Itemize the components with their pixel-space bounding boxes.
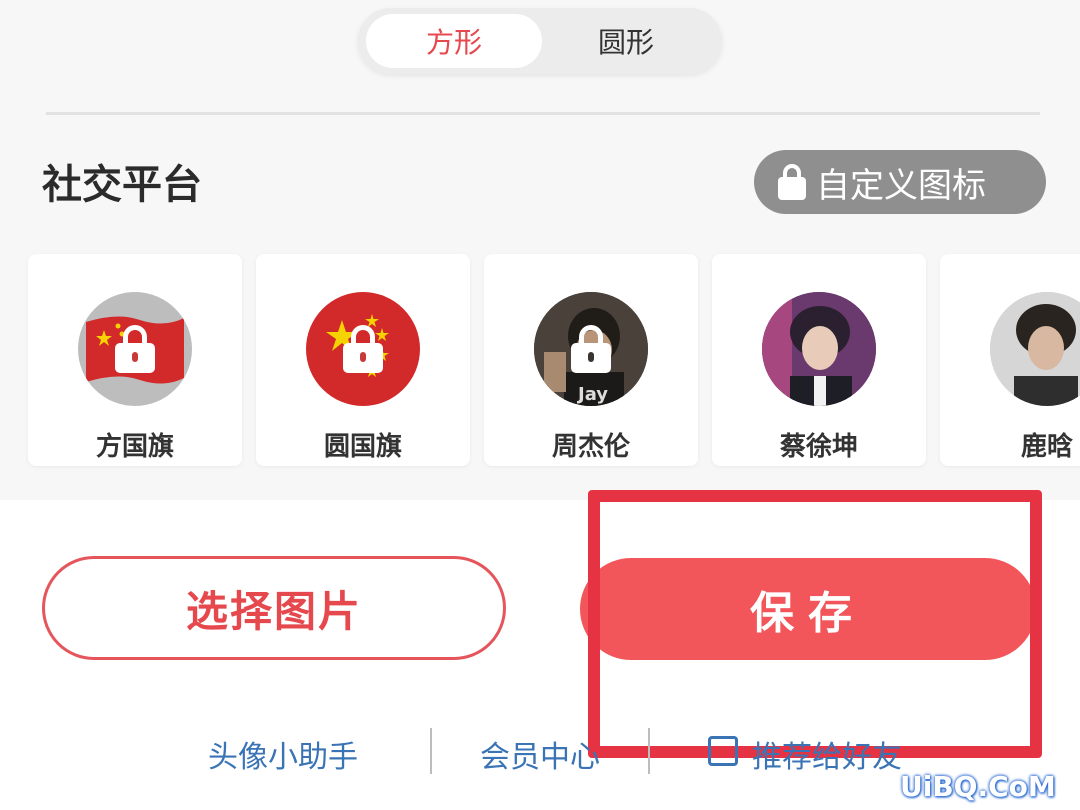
avatar-card-jay[interactable]: Jay 周杰伦 <box>484 254 698 466</box>
link-recommend[interactable]: 推荐给好友 <box>752 732 902 776</box>
avatar-carousel[interactable]: 方国旗 圆国旗 Jay 周杰伦 蔡徐坤 鹿晗 <box>0 250 1080 472</box>
avatar-cai <box>762 292 876 406</box>
link-separator <box>430 728 432 774</box>
avatar-card-square-flag[interactable]: 方国旗 <box>28 254 242 466</box>
watermark: UiBQ.CoM <box>900 770 1056 803</box>
shape-option-square[interactable]: 方形 <box>366 14 542 68</box>
avatar-square-flag <box>78 292 192 406</box>
section-divider <box>46 112 1040 115</box>
lock-icon <box>571 325 611 373</box>
shape-option-circle[interactable]: 圆形 <box>538 14 714 68</box>
avatar-label: 鹿晗 <box>1020 432 1073 462</box>
avatar-jay: Jay <box>534 292 648 406</box>
share-icon <box>708 736 738 766</box>
portrait-image <box>990 292 1080 406</box>
lock-icon <box>343 325 383 373</box>
avatar-label: 蔡徐坤 <box>779 432 858 462</box>
avatar-card-lu[interactable]: 鹿晗 <box>940 254 1080 466</box>
lock-icon <box>778 164 806 200</box>
avatar-lu <box>990 292 1080 406</box>
avatar-card-round-flag[interactable]: 圆国旗 <box>256 254 470 466</box>
avatar-label: 周杰伦 <box>551 432 630 462</box>
link-avatar-helper[interactable]: 头像小助手 <box>208 732 358 776</box>
section-title: 社交平台 <box>42 162 202 208</box>
save-button[interactable]: 保存 <box>580 558 1036 660</box>
avatar-round-flag <box>306 292 420 406</box>
custom-icon-label: 自定义图标 <box>816 165 986 206</box>
custom-icon-button[interactable]: 自定义图标 <box>754 150 1046 214</box>
portrait-image <box>762 292 876 406</box>
avatar-label: 圆国旗 <box>323 432 402 462</box>
avatar-card-cai[interactable]: 蔡徐坤 <box>712 254 926 466</box>
photo-caption: Jay <box>578 384 609 405</box>
shape-toggle[interactable]: 方形 圆形 <box>358 8 722 74</box>
select-image-button[interactable]: 选择图片 <box>42 556 506 660</box>
link-member-center[interactable]: 会员中心 <box>480 732 600 776</box>
lock-icon <box>115 325 155 373</box>
link-separator <box>648 728 650 774</box>
avatar-label: 方国旗 <box>95 432 174 462</box>
